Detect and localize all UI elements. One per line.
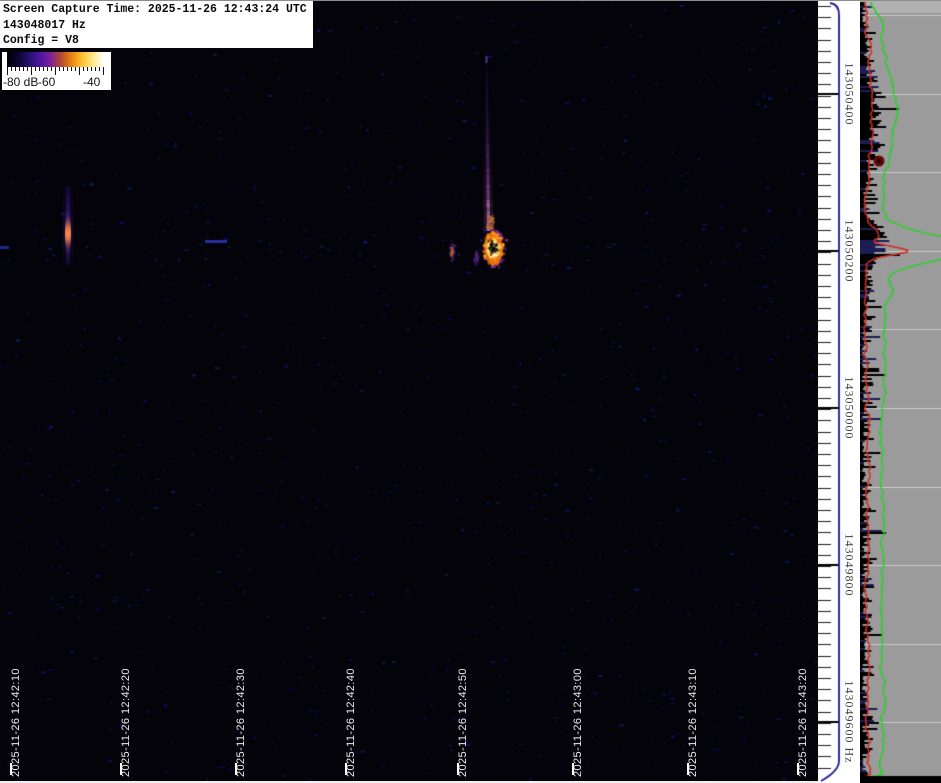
time-tick-label: 2025-11-26 12:42:10: [10, 668, 22, 777]
window-top-edge: [0, 0, 941, 1]
time-tick-label: 2025-11-26 12:43:20: [797, 668, 809, 777]
frequency-axis: 143050400 143050200 143050000 143049800 …: [818, 0, 860, 783]
screen-capture-root: Screen Capture Time: 2025-11-26 12:43:24…: [0, 0, 941, 783]
colorbar-label-max: -40: [83, 75, 101, 89]
colorbar-label-min: -80 dB: [3, 75, 39, 89]
colorbar-labels: -80 dB -60 -40: [2, 75, 111, 89]
time-tick-label: 2025-11-26 12:42:20: [120, 668, 132, 777]
capture-time-text: Screen Capture Time: 2025-11-26 12:43:24…: [3, 3, 307, 16]
colorbar-ruler-ticks: [2, 67, 111, 75]
time-tick-label: 2025-11-26 12:42:30: [235, 668, 247, 777]
spectrogram-canvas: [0, 0, 818, 783]
freq-tick-label: 143049800: [842, 533, 857, 597]
freq-tick-label: 143050000: [842, 376, 857, 440]
time-tick-label: 2025-11-26 12:43:00: [572, 668, 584, 777]
freq-tick-label: 143050400: [842, 62, 857, 126]
info-box: Screen Capture Time: 2025-11-26 12:43:24…: [0, 0, 313, 48]
colorbar-gradient: [7, 52, 104, 67]
config-text: Config = V8: [3, 34, 79, 47]
colorbar-label-mid: -60: [38, 75, 56, 89]
freq-tick-label: 143049600 Hz: [842, 680, 857, 764]
time-tick-label: 2025-11-26 12:43:10: [687, 668, 699, 777]
colorbar: -80 dB -60 -40: [2, 52, 111, 90]
receiver-frequency-text: 143048017 Hz: [3, 18, 86, 32]
spectrum-panel-canvas: [860, 0, 941, 783]
freq-tick-label: 143050200: [842, 219, 857, 283]
time-tick-label: 2025-11-26 12:42:50: [457, 668, 469, 777]
time-tick-label: 2025-11-26 12:42:40: [345, 668, 357, 777]
